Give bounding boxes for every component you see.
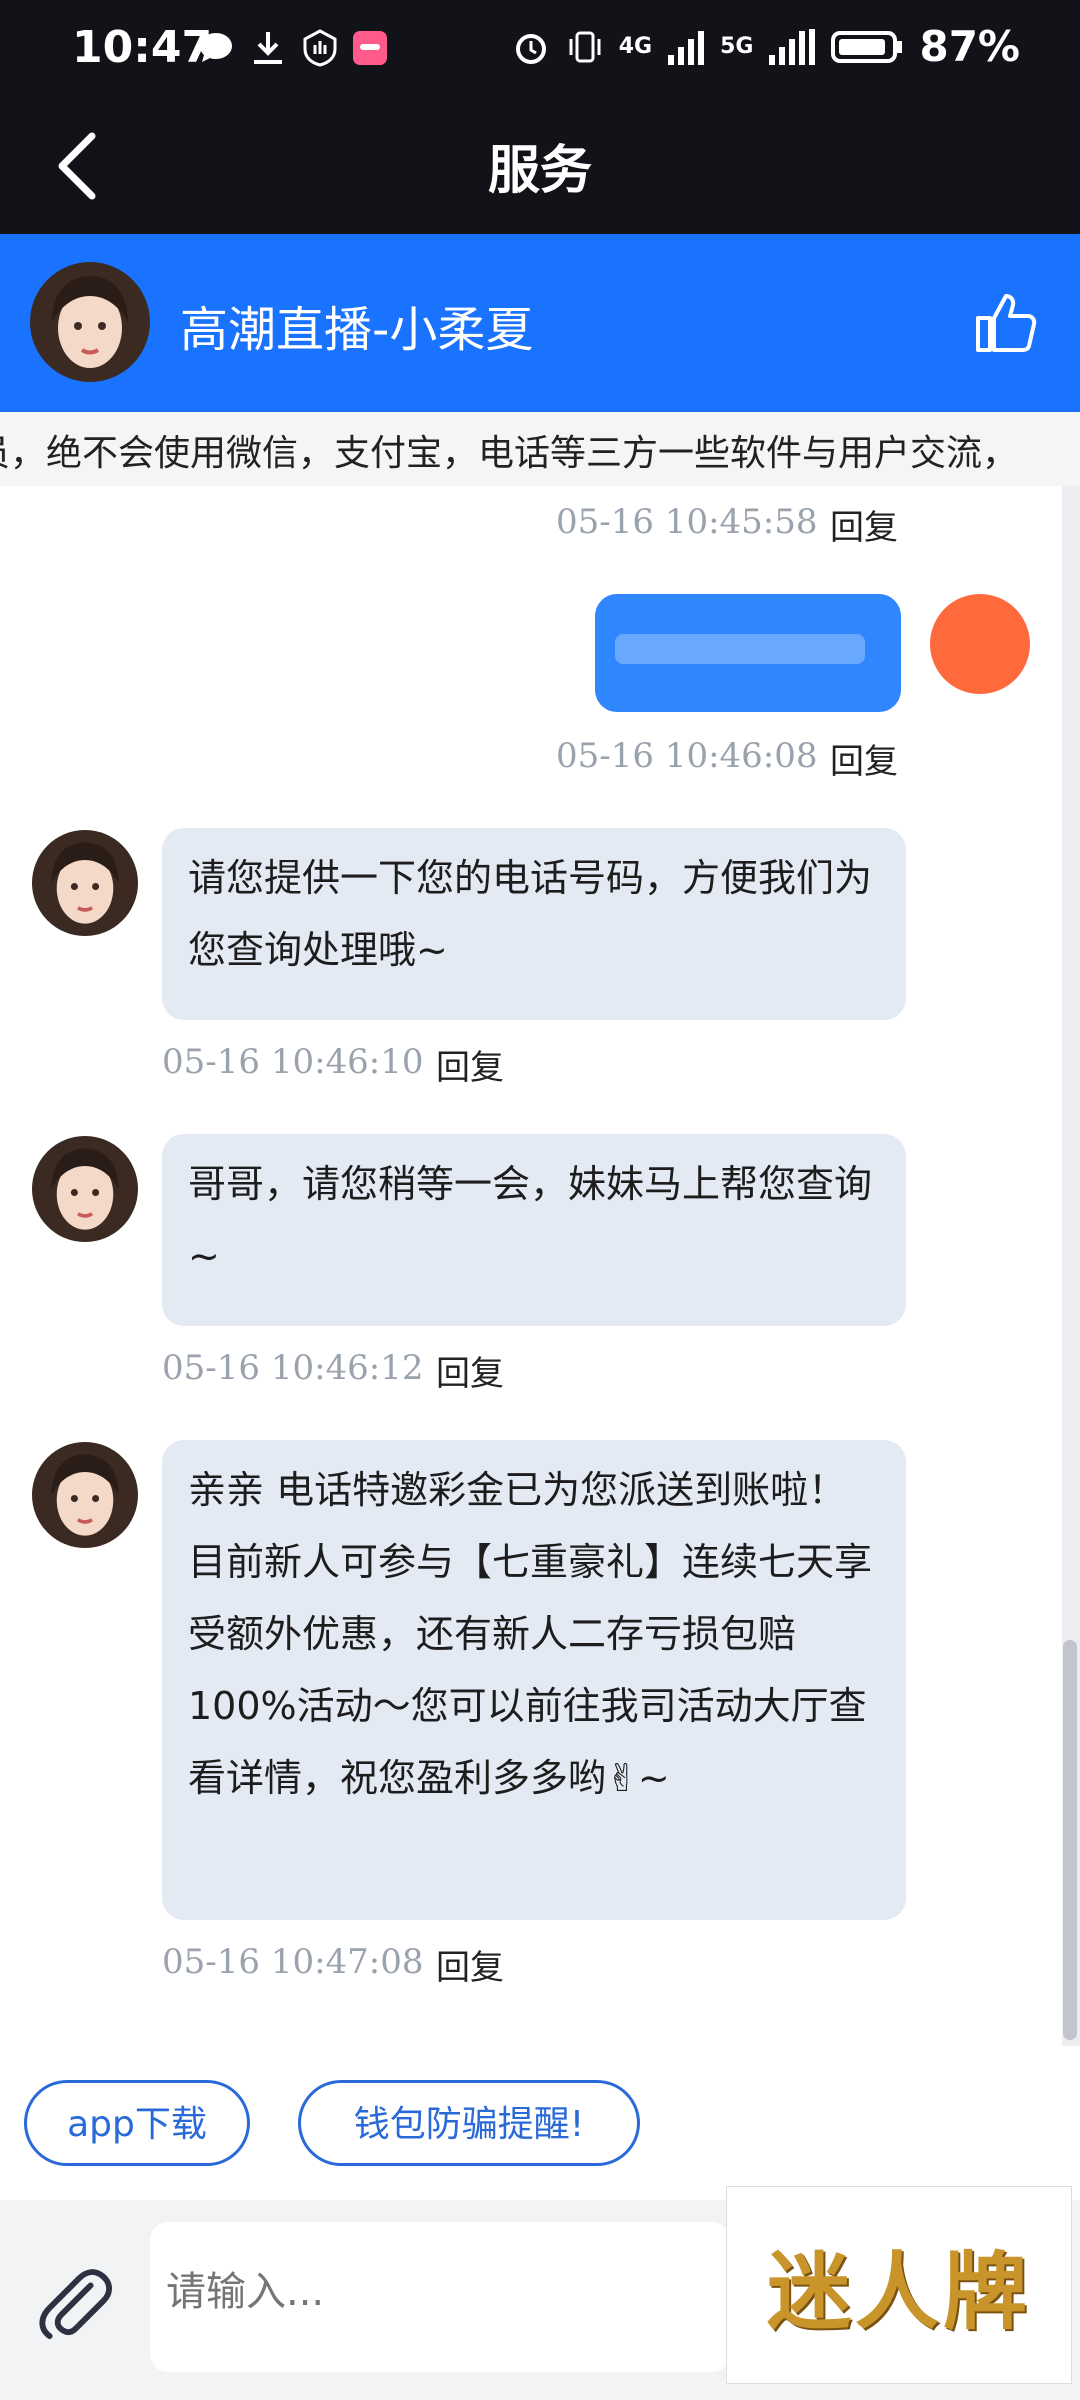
signal-icon — [668, 30, 705, 65]
message-timestamp: 05-16 10:46:10 — [162, 1042, 424, 1082]
chat-area[interactable]: 05-16 10:45:58 回复 05-16 10:46:08 回复 请您提供… — [0, 486, 1062, 2046]
message-input[interactable] — [164, 2268, 708, 2316]
hand-shield-icon — [303, 29, 337, 67]
app-badge-icon — [353, 31, 387, 65]
status-bar: 10:47 4G 5G 87% — [0, 0, 1080, 100]
agent-avatar-small[interactable] — [32, 1136, 138, 1242]
message-bubble: 哥哥，请您稍等一会，妹妹马上帮您查询~ — [162, 1134, 906, 1326]
title-bar: 服务 — [0, 100, 1080, 234]
message-timestamp: 05-16 10:46:12 — [162, 1348, 424, 1388]
message-timestamp: 05-16 10:45:58 — [556, 502, 818, 542]
app-download-button[interactable]: app下载 — [24, 2080, 250, 2166]
signal-icon-2 — [769, 28, 816, 65]
quick-actions: app下载 钱包防骗提醒! — [0, 2046, 1080, 2200]
status-time: 10:47 — [72, 22, 213, 73]
paperclip-icon[interactable] — [36, 2262, 114, 2340]
notice-marquee: 员，绝不会使用微信，支付宝，电话等三方一些软件与用户交流， — [0, 412, 1080, 486]
download-icon — [254, 32, 282, 64]
message-timestamp: 05-16 10:47:08 — [162, 1942, 424, 1982]
reply-button[interactable]: 回复 — [830, 500, 898, 549]
agent-header: 高潮直播-小柔夏 — [0, 234, 1080, 412]
message-bubble: 请您提供一下您的电话号码，方便我们为您查询处理哦~ — [162, 828, 906, 1020]
reply-button[interactable]: 回复 — [436, 1346, 504, 1395]
message-timestamp: 05-16 10:46:08 — [556, 736, 818, 776]
page-title: 服务 — [487, 141, 592, 201]
network-4g-label: 4G — [618, 34, 653, 59]
watermark-logo: 迷人牌 — [726, 2186, 1072, 2384]
user-avatar — [930, 594, 1030, 694]
vibrate-icon — [569, 31, 601, 62]
message-icon — [200, 33, 232, 62]
watermark-text: 迷人牌 — [766, 2241, 1031, 2341]
wallet-scam-warning-button[interactable]: 钱包防骗提醒! — [298, 2080, 640, 2166]
reply-button[interactable]: 回复 — [436, 1940, 504, 1989]
battery-percent: 87% — [919, 22, 1020, 71]
scrollbar-thumb[interactable] — [1063, 1640, 1077, 2040]
message-bubble: 亲亲 电话特邀彩金已为您派送到账啦！目前新人可参与【七重豪礼】连续七天享受额外优… — [162, 1440, 906, 1920]
alarm-icon — [515, 33, 546, 64]
agent-avatar-small[interactable] — [32, 830, 138, 936]
agent-avatar[interactable] — [30, 262, 150, 382]
battery-icon — [831, 30, 903, 63]
status-right: 4G 5G 87% — [511, 22, 1020, 71]
reply-button[interactable]: 回复 — [830, 734, 898, 783]
blurred-content — [615, 634, 865, 664]
notice-text: 员，绝不会使用微信，支付宝，电话等三方一些软件与用户交流， — [0, 433, 1019, 474]
reply-button[interactable]: 回复 — [436, 1040, 504, 1089]
agent-name: 高潮直播-小柔夏 — [180, 302, 534, 358]
network-5g-label: 5G — [720, 34, 754, 59]
agent-avatar-small[interactable] — [32, 1442, 138, 1548]
message-input-box[interactable] — [150, 2222, 730, 2372]
sent-message-bubble — [595, 594, 901, 712]
thumbs-up-icon[interactable] — [970, 288, 1040, 358]
